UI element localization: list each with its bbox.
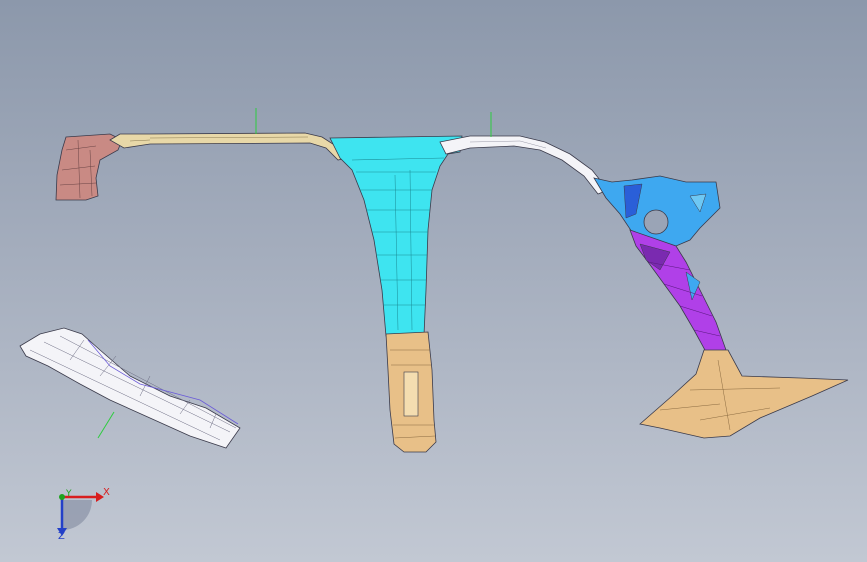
c-pillar-lower[interactable] [639,349,849,439]
axis-x-label: X [103,487,110,498]
b-pillar-lower[interactable] [385,331,437,453]
b-pillar-upper[interactable] [329,135,463,337]
a-pillar-trim-exploded[interactable] [19,327,241,449]
axis-y-label: Y [66,489,72,499]
c-pillar-upper[interactable] [593,175,721,247]
roof-side-rail-front[interactable] [109,132,347,161]
axis-z-label: Z [58,531,65,542]
c-pillar-mid[interactable] [629,229,727,353]
coordinate-triad [57,492,104,536]
cad-model-scene[interactable] [0,0,867,562]
graphics-viewport[interactable]: X Y Z [0,0,867,562]
front-pillar-lower-trim[interactable] [55,133,123,201]
roof-side-rail-rear[interactable] [439,135,609,195]
